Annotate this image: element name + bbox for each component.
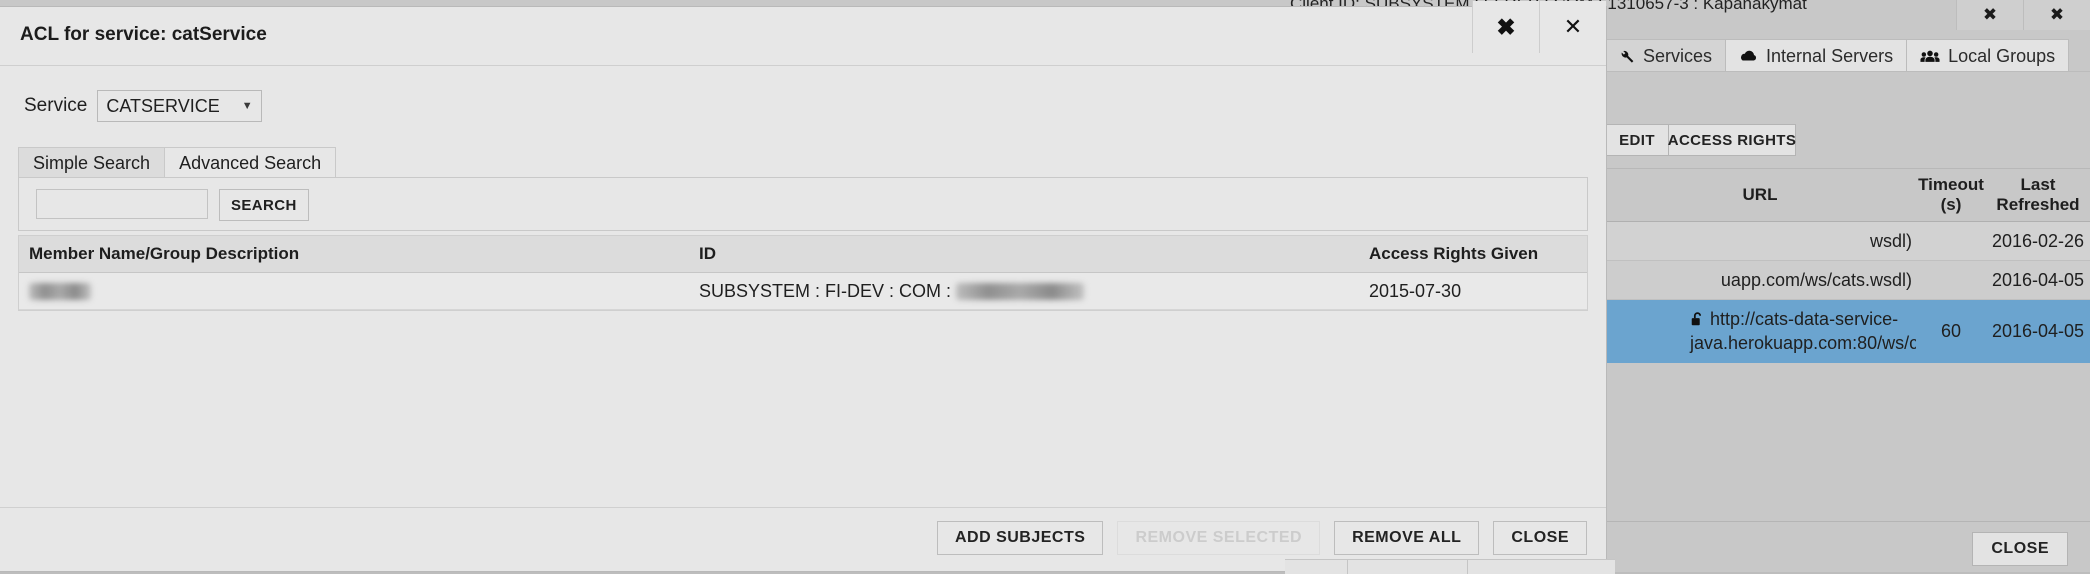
- search-button[interactable]: SEARCH: [219, 189, 309, 221]
- redacted-member-name: [29, 282, 91, 300]
- column-header-url[interactable]: URL: [1604, 169, 1916, 221]
- search-tabstrip: Simple Search Advanced Search: [18, 144, 337, 178]
- services-footer: CLOSE: [1604, 521, 2090, 574]
- search-input[interactable]: [36, 189, 208, 219]
- add-subjects-button[interactable]: ADD SUBJECTS: [936, 521, 1104, 555]
- services-action-bar: EDIT ACCESS RIGHTS: [1586, 124, 2090, 166]
- member-name-cell: [19, 281, 699, 302]
- service-url: wsdl): [1869, 230, 1912, 251]
- service-url: http://cats-data-service-java.herokuapp.…: [1690, 308, 1916, 354]
- acl-modal-dialog: ACL for service: catService ✖ ✕ Service …: [0, 1, 1607, 572]
- unlocked-icon: [1690, 310, 1705, 333]
- acl-table: Member Name/Group Description ID Access …: [18, 235, 1588, 311]
- tab-internal-servers-label: Internal Servers: [1766, 45, 1894, 66]
- tab-internal-servers[interactable]: Internal Servers: [1725, 39, 1908, 72]
- modal-header: ACL for service: catService ✖ ✕: [0, 1, 1606, 66]
- tab-local-groups-label: Local Groups: [1948, 45, 2056, 66]
- chevron-down-icon: ▼: [241, 100, 253, 112]
- close-icon[interactable]: ✕: [1539, 1, 1606, 53]
- service-dropdown-value: CATSERVICE: [106, 95, 220, 116]
- column-header-member-name[interactable]: Member Name/Group Description: [19, 244, 699, 264]
- modal-footer-buttons: ADD SUBJECTS REMOVE SELECTED REMOVE ALL …: [936, 521, 1587, 555]
- form-divider: [1347, 560, 1348, 574]
- service-url-cell: http://cats-data-service-java.herokuapp.…: [1604, 303, 1916, 360]
- maximize-close-icon[interactable]: ✖: [1472, 1, 1539, 53]
- window-close-icon[interactable]: ✖: [2023, 0, 2090, 30]
- service-last-refreshed: 2016-04-05: [1991, 269, 2085, 290]
- column-header-timeout-line2: (s): [1940, 195, 1962, 214]
- users-icon: [1920, 49, 1940, 64]
- access-rights-button[interactable]: ACCESS RIGHTS: [1668, 124, 1796, 156]
- remove-selected-button: REMOVE SELECTED: [1117, 521, 1321, 555]
- service-last-refreshed: 2016-04-05: [1991, 320, 2085, 341]
- background-form-footer-strip: [1285, 559, 1615, 574]
- window-title-buttons: ✖ ✖: [1956, 0, 2090, 30]
- services-table: URL Timeout (s) Last Refreshed wsdl) 201…: [1604, 168, 2090, 522]
- form-divider: [1467, 560, 1468, 574]
- member-id-cell: SUBSYSTEM : FI-DEV : COM :: [699, 281, 1369, 302]
- search-panel: SEARCH: [18, 177, 1588, 231]
- tab-local-groups[interactable]: Local Groups: [1906, 39, 2070, 72]
- remove-all-button[interactable]: REMOVE ALL: [1334, 521, 1480, 555]
- services-table-header: URL Timeout (s) Last Refreshed: [1604, 169, 2090, 222]
- service-selector-row: Service CATSERVICE ▼: [24, 90, 262, 122]
- service-timeout: 60: [1940, 320, 1962, 341]
- table-row[interactable]: SUBSYSTEM : FI-DEV : COM : 2015-07-30: [19, 273, 1587, 310]
- services-close-button[interactable]: CLOSE: [1972, 532, 2068, 566]
- column-header-access-rights-given[interactable]: Access Rights Given: [1369, 244, 1587, 264]
- service-label: Service: [24, 95, 88, 116]
- column-header-refreshed-line2: Refreshed: [1996, 195, 2080, 214]
- column-header-timeout-line1: Timeout: [1918, 175, 1984, 195]
- tab-services-label: Services: [1643, 45, 1713, 66]
- member-id-prefix: SUBSYSTEM : FI-DEV : COM :: [699, 280, 957, 301]
- tab-services[interactable]: Services: [1604, 39, 1727, 72]
- acl-table-header: Member Name/Group Description ID Access …: [19, 235, 1587, 273]
- background-tabstrip: Services Internal Servers Local Groups: [1604, 36, 2070, 72]
- cloud-icon: [1739, 49, 1758, 64]
- modal-body: Service CATSERVICE ▼ Simple Search Advan…: [0, 66, 1606, 508]
- tab-simple-search[interactable]: Simple Search: [18, 147, 166, 178]
- service-dropdown[interactable]: CATSERVICE ▼: [97, 90, 262, 122]
- column-header-timeout[interactable]: Timeout (s): [1916, 169, 1986, 221]
- close-button[interactable]: CLOSE: [1493, 521, 1587, 555]
- modal-header-buttons: ✖ ✕: [1472, 1, 1606, 53]
- tab-advanced-search[interactable]: Advanced Search: [164, 147, 337, 178]
- restore-icon[interactable]: ✖: [1956, 0, 2023, 30]
- column-header-last-refreshed[interactable]: Last Refreshed: [1986, 169, 2090, 221]
- column-header-refreshed-line1: Last: [2020, 175, 2056, 195]
- access-rights-given-cell: 2015-07-30: [1369, 280, 1462, 301]
- wrench-icon: [1618, 48, 1635, 65]
- service-last-refreshed: 2016-02-26: [1991, 230, 2085, 251]
- modal-title: ACL for service: catService: [20, 24, 267, 45]
- service-url: uapp.com/ws/cats.wsdl): [1720, 269, 1912, 290]
- services-panel: EDIT ACCESS RIGHTS URL Timeout (s) Last …: [1586, 72, 2090, 522]
- column-header-id[interactable]: ID: [699, 244, 1369, 264]
- table-row[interactable]: wsdl) 2016-02-26: [1604, 222, 2090, 261]
- table-row[interactable]: uapp.com/ws/cats.wsdl) 2016-04-05: [1604, 261, 2090, 300]
- table-row[interactable]: http://cats-data-service-java.herokuapp.…: [1604, 300, 2090, 363]
- redacted-member-id: [956, 282, 1085, 300]
